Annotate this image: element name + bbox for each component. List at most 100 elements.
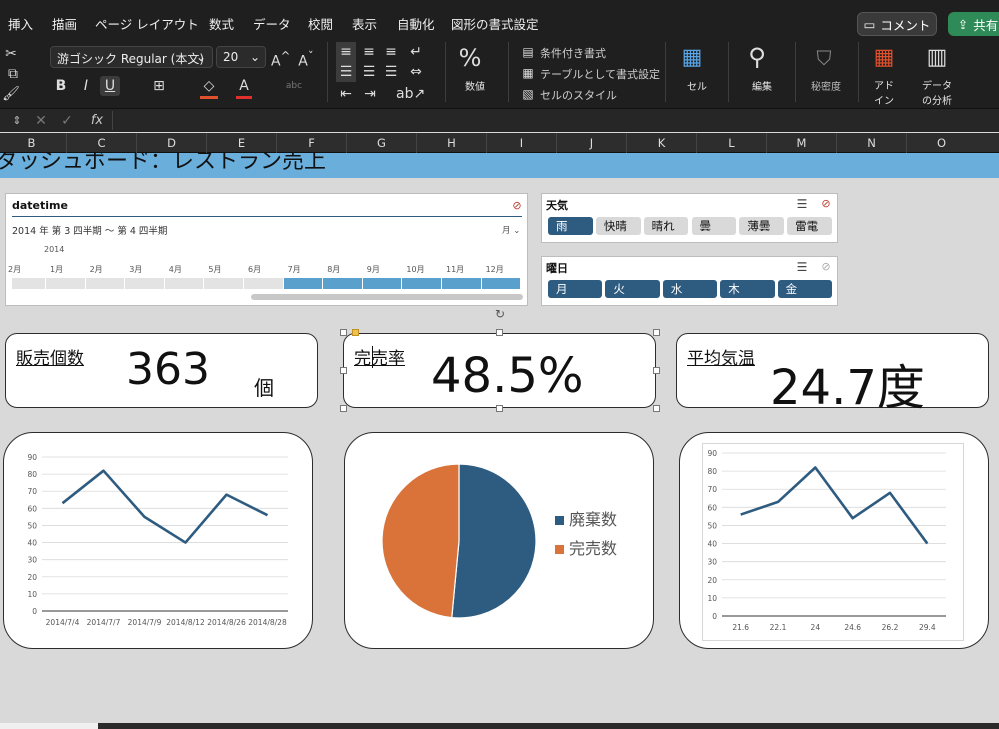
resize-handle[interactable] (340, 405, 347, 412)
resize-handle[interactable] (653, 329, 660, 336)
sales-count-card[interactable]: 販売個数 363 個 (5, 333, 318, 408)
align-center-icon[interactable]: ☰ (360, 62, 378, 82)
sellout-rate-card[interactable]: 完売率 48.5% (343, 333, 656, 408)
ribbon-tab[interactable]: 表示 (352, 14, 377, 33)
timeline-bar[interactable] (12, 278, 522, 290)
column-header[interactable]: H (416, 133, 486, 153)
column-header[interactable]: F (276, 133, 346, 153)
cells-icon[interactable]: ▦ (678, 44, 706, 72)
font-name-select[interactable]: 游ゴシック Regular (本文) ⌄ (50, 46, 213, 68)
timeline-month-cell[interactable] (12, 278, 45, 289)
align-bottom-icon[interactable]: ≡ (382, 42, 400, 62)
weekday-slicer-item[interactable]: 木 (720, 280, 775, 298)
column-header[interactable]: G (346, 133, 416, 153)
resize-handle[interactable] (496, 405, 503, 412)
column-header[interactable]: E (206, 133, 276, 153)
name-box-stepper-icon[interactable]: ⇕ (10, 111, 24, 131)
column-header[interactable]: O (906, 133, 976, 153)
search-icon[interactable]: ⚲ (742, 42, 772, 72)
timeline-month-cell[interactable] (85, 278, 125, 289)
timeline-unit-select[interactable]: 月 ⌄ (502, 224, 520, 236)
multi-select-icon[interactable]: ☰ (794, 257, 810, 277)
resize-handle[interactable] (340, 329, 347, 336)
column-header[interactable]: M (766, 133, 836, 153)
ribbon-tab[interactable]: 自動化 (397, 14, 435, 33)
timeline-month-cell[interactable] (283, 278, 323, 289)
increase-indent-icon[interactable]: ⇥ (360, 84, 380, 104)
column-header[interactable]: N (836, 133, 906, 153)
ribbon-tab[interactable]: 校閲 (308, 14, 333, 33)
percent-icon[interactable]: % (455, 44, 485, 72)
font-size-select[interactable]: 20 ⌄ (216, 46, 266, 68)
active-sheet-tab[interactable] (0, 723, 98, 729)
phonetic-icon[interactable]: abc (282, 76, 306, 96)
italic-icon[interactable]: I (77, 76, 95, 96)
merge-center-icon[interactable]: ⇔ (406, 62, 426, 82)
cells-label[interactable]: セル (675, 78, 719, 93)
ribbon-tab[interactable]: ページ レイアウト (95, 14, 199, 33)
column-header[interactable]: I (486, 133, 556, 153)
weekday-slicer-item[interactable]: 水 (662, 280, 718, 298)
column-header[interactable]: J (556, 133, 626, 153)
column-header[interactable]: B (0, 133, 66, 153)
fill-color-icon[interactable]: ◇ (200, 76, 218, 99)
cut-icon[interactable]: ✂ (2, 44, 20, 64)
addins-icon[interactable]: ▦ (870, 44, 898, 72)
column-header[interactable]: C (66, 133, 136, 153)
underline-icon[interactable]: U (100, 76, 120, 96)
resize-handle[interactable] (653, 367, 660, 374)
sensitivity-label[interactable]: 秘密度 (803, 78, 849, 93)
editing-label[interactable]: 編集 (740, 78, 784, 93)
timeline-scrollbar[interactable] (251, 294, 523, 300)
cancel-icon[interactable]: ✕ (34, 111, 48, 131)
formula-input[interactable] (112, 111, 992, 130)
ribbon-tab[interactable]: 描画 (52, 14, 77, 33)
align-right-icon[interactable]: ☰ (382, 62, 400, 82)
timeline-month-cell[interactable] (323, 278, 362, 289)
cell-styles-button[interactable]: セルのスタイル (540, 87, 617, 103)
borders-icon[interactable]: ⊞ (150, 76, 168, 96)
avg-temp-card[interactable]: 平均気温 24.7度 (676, 333, 989, 416)
ribbon-tab[interactable]: 図形の書式設定 (451, 14, 539, 33)
adjust-handle[interactable] (352, 329, 359, 336)
sales-by-date-chart[interactable]: 0 10 20 30 40 50 60 70 80 90 2014/7/4 2014/7/7 2014/… (3, 432, 313, 649)
weekday-slicer-item[interactable]: 金 (777, 280, 832, 298)
confirm-icon[interactable]: ✓ (60, 111, 74, 131)
ribbon-tab[interactable]: 挿入 (8, 14, 33, 33)
weekday-slicer-item[interactable]: 月 (548, 280, 603, 298)
timeline-month-cell[interactable] (125, 278, 164, 289)
sensitivity-icon[interactable]: ⛉ (810, 44, 838, 72)
weather-slicer-item[interactable]: 雷電 (787, 217, 832, 235)
timeline-month-cell[interactable] (204, 278, 243, 289)
ribbon-tab[interactable]: 数式 (209, 14, 234, 33)
orientation-icon[interactable]: ab↗ (396, 84, 425, 104)
weather-slicer-item[interactable]: 薄曇 (739, 217, 785, 235)
analyze-data-icon[interactable]: ▥ (922, 44, 952, 72)
column-header[interactable]: K (626, 133, 696, 153)
align-top-icon[interactable]: ≡ (336, 42, 356, 62)
copy-icon[interactable]: ⧉ (2, 64, 24, 84)
decrease-indent-icon[interactable]: ⇤ (336, 84, 356, 104)
multi-select-icon[interactable]: ☰ (794, 194, 810, 214)
function-icon[interactable]: fx (88, 111, 106, 131)
font-color-icon[interactable]: A (236, 76, 252, 99)
increase-font-icon[interactable]: A^ (271, 46, 290, 72)
bold-icon[interactable]: B (52, 76, 70, 96)
weather-slicer-item[interactable]: 晴れ (643, 217, 689, 235)
clear-filter-icon[interactable]: ⊘ (818, 257, 834, 277)
weekday-slicer-item[interactable]: 火 (605, 280, 660, 298)
format-as-table-button[interactable]: テーブルとして書式設定 (540, 66, 660, 82)
timeline-month-cell[interactable] (402, 278, 441, 289)
number-format-label[interactable]: 数値 (452, 78, 498, 93)
wrap-text-icon[interactable]: ↵ (406, 42, 426, 62)
analyze-data-label[interactable]: データ の分析 (915, 77, 959, 107)
align-left-icon[interactable]: ☰ (336, 62, 356, 82)
timeline-month-cell[interactable] (164, 278, 204, 289)
weather-slicer-item[interactable]: 曇 (691, 217, 737, 235)
comment-button[interactable]: ▭ コメント (857, 12, 937, 36)
decrease-font-icon[interactable]: Aˇ (297, 46, 315, 72)
timeline-month-cell[interactable] (481, 278, 521, 289)
weather-slicer-item[interactable]: 雨 (548, 217, 593, 235)
clear-filter-icon[interactable]: ⊘ (818, 194, 834, 214)
timeline-month-cell[interactable] (362, 278, 402, 289)
